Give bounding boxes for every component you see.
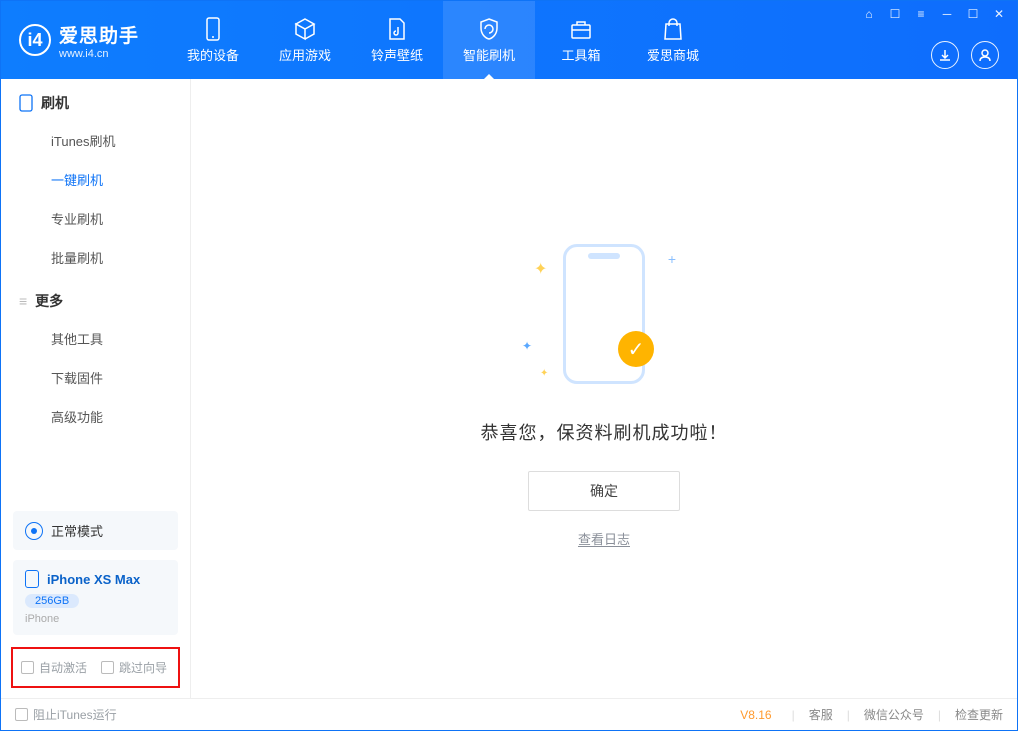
device-name: iPhone XS Max	[47, 572, 140, 587]
close-button[interactable]: ✕	[991, 7, 1007, 21]
app-header: i4 爱思助手 www.i4.cn 我的设备 应用游戏 铃声壁纸 智能刷机 工具…	[1, 1, 1017, 79]
sidebar-item-advanced[interactable]: 高级功能	[1, 397, 190, 436]
device-capacity: 256GB	[25, 594, 79, 608]
nav-toolbox[interactable]: 工具箱	[535, 1, 627, 79]
logo-area: i4 爱思助手 www.i4.cn	[1, 21, 157, 60]
footer-link-support[interactable]: 客服	[809, 706, 833, 723]
sidebar: 刷机 iTunes刷机 一键刷机 专业刷机 批量刷机 ≡ 更多 其他工具 下载固…	[1, 79, 191, 698]
checkbox-auto-activate[interactable]: 自动激活	[21, 659, 87, 676]
nav-ringtones-wallpapers[interactable]: 铃声壁纸	[351, 1, 443, 79]
version-label: V8.16	[740, 708, 771, 722]
checkbox-skip-wizard[interactable]: 跳过向导	[101, 659, 167, 676]
sparkle-icon: ✦	[522, 339, 532, 353]
feedback-icon[interactable]: ☐	[887, 7, 903, 21]
phone-outline-icon	[19, 94, 33, 112]
checkbox-icon	[21, 661, 34, 674]
menu-icon[interactable]: ≡	[913, 7, 929, 21]
device-type: iPhone	[25, 613, 166, 625]
nav-my-device[interactable]: 我的设备	[167, 1, 259, 79]
checkbox-icon	[101, 661, 114, 674]
device-info-card[interactable]: iPhone XS Max 256GB iPhone	[13, 560, 178, 635]
nav-smart-flash[interactable]: 智能刷机	[443, 1, 535, 79]
sidebar-item-other-tools[interactable]: 其他工具	[1, 319, 190, 358]
sidebar-item-download-firmware[interactable]: 下载固件	[1, 358, 190, 397]
toolbox-icon	[569, 17, 593, 41]
nav-apps-games[interactable]: 应用游戏	[259, 1, 351, 79]
sidebar-item-itunes-flash[interactable]: iTunes刷机	[1, 121, 190, 160]
sidebar-item-pro-flash[interactable]: 专业刷机	[1, 199, 190, 238]
sidebar-item-batch-flash[interactable]: 批量刷机	[1, 238, 190, 277]
footer-link-wechat[interactable]: 微信公众号	[864, 706, 924, 723]
nav-store[interactable]: 爱思商城	[627, 1, 719, 79]
header-right-buttons	[931, 41, 999, 69]
minimize-button[interactable]: ─	[939, 7, 955, 21]
logo-icon: i4	[19, 24, 51, 56]
view-log-link[interactable]: 查看日志	[578, 529, 630, 548]
sidebar-group-more: ≡ 更多	[1, 277, 190, 319]
main-content: ✦ ✦ ✦ + ✓ 恭喜您，保资料刷机成功啦！ 确定 查看日志	[191, 79, 1017, 698]
success-illustration: ✦ ✦ ✦ + ✓	[504, 229, 704, 399]
success-message: 恭喜您，保资料刷机成功啦！	[481, 419, 728, 445]
cube-icon	[293, 17, 317, 41]
titlebar-controls: ⌂ ☐ ≡ ─ ☐ ✕	[861, 7, 1007, 21]
brand-name: 爱思助手	[59, 21, 139, 48]
list-icon: ≡	[19, 293, 27, 309]
check-badge-icon: ✓	[618, 331, 654, 367]
tshirt-icon[interactable]: ⌂	[861, 7, 877, 21]
footer-link-update[interactable]: 检查更新	[955, 706, 1003, 723]
mode-icon	[25, 522, 43, 540]
download-button[interactable]	[931, 41, 959, 69]
brand-site: www.i4.cn	[59, 48, 139, 60]
music-file-icon	[385, 17, 409, 41]
device-icon	[201, 17, 225, 41]
plus-icon: +	[668, 251, 676, 267]
top-nav: 我的设备 应用游戏 铃声壁纸 智能刷机 工具箱 爱思商城	[167, 1, 719, 79]
user-button[interactable]	[971, 41, 999, 69]
checkbox-icon	[15, 708, 28, 721]
maximize-button[interactable]: ☐	[965, 7, 981, 21]
sparkle-icon: ✦	[534, 259, 547, 279]
options-highlight-box: 自动激活 跳过向导	[11, 647, 180, 688]
shopping-bag-icon	[661, 17, 685, 41]
phone-small-icon	[25, 570, 39, 588]
status-bar: 阻止iTunes运行 V8.16 | 客服 | 微信公众号 | 检查更新	[1, 698, 1017, 730]
sidebar-group-flash: 刷机	[1, 79, 190, 121]
checkbox-block-itunes[interactable]: 阻止iTunes运行	[15, 706, 117, 723]
sparkle-icon: ✦	[540, 368, 548, 379]
device-mode-row[interactable]: 正常模式	[13, 511, 178, 550]
ok-button[interactable]: 确定	[528, 471, 680, 511]
sidebar-item-onekey-flash[interactable]: 一键刷机	[1, 160, 190, 199]
refresh-shield-icon	[477, 17, 501, 41]
